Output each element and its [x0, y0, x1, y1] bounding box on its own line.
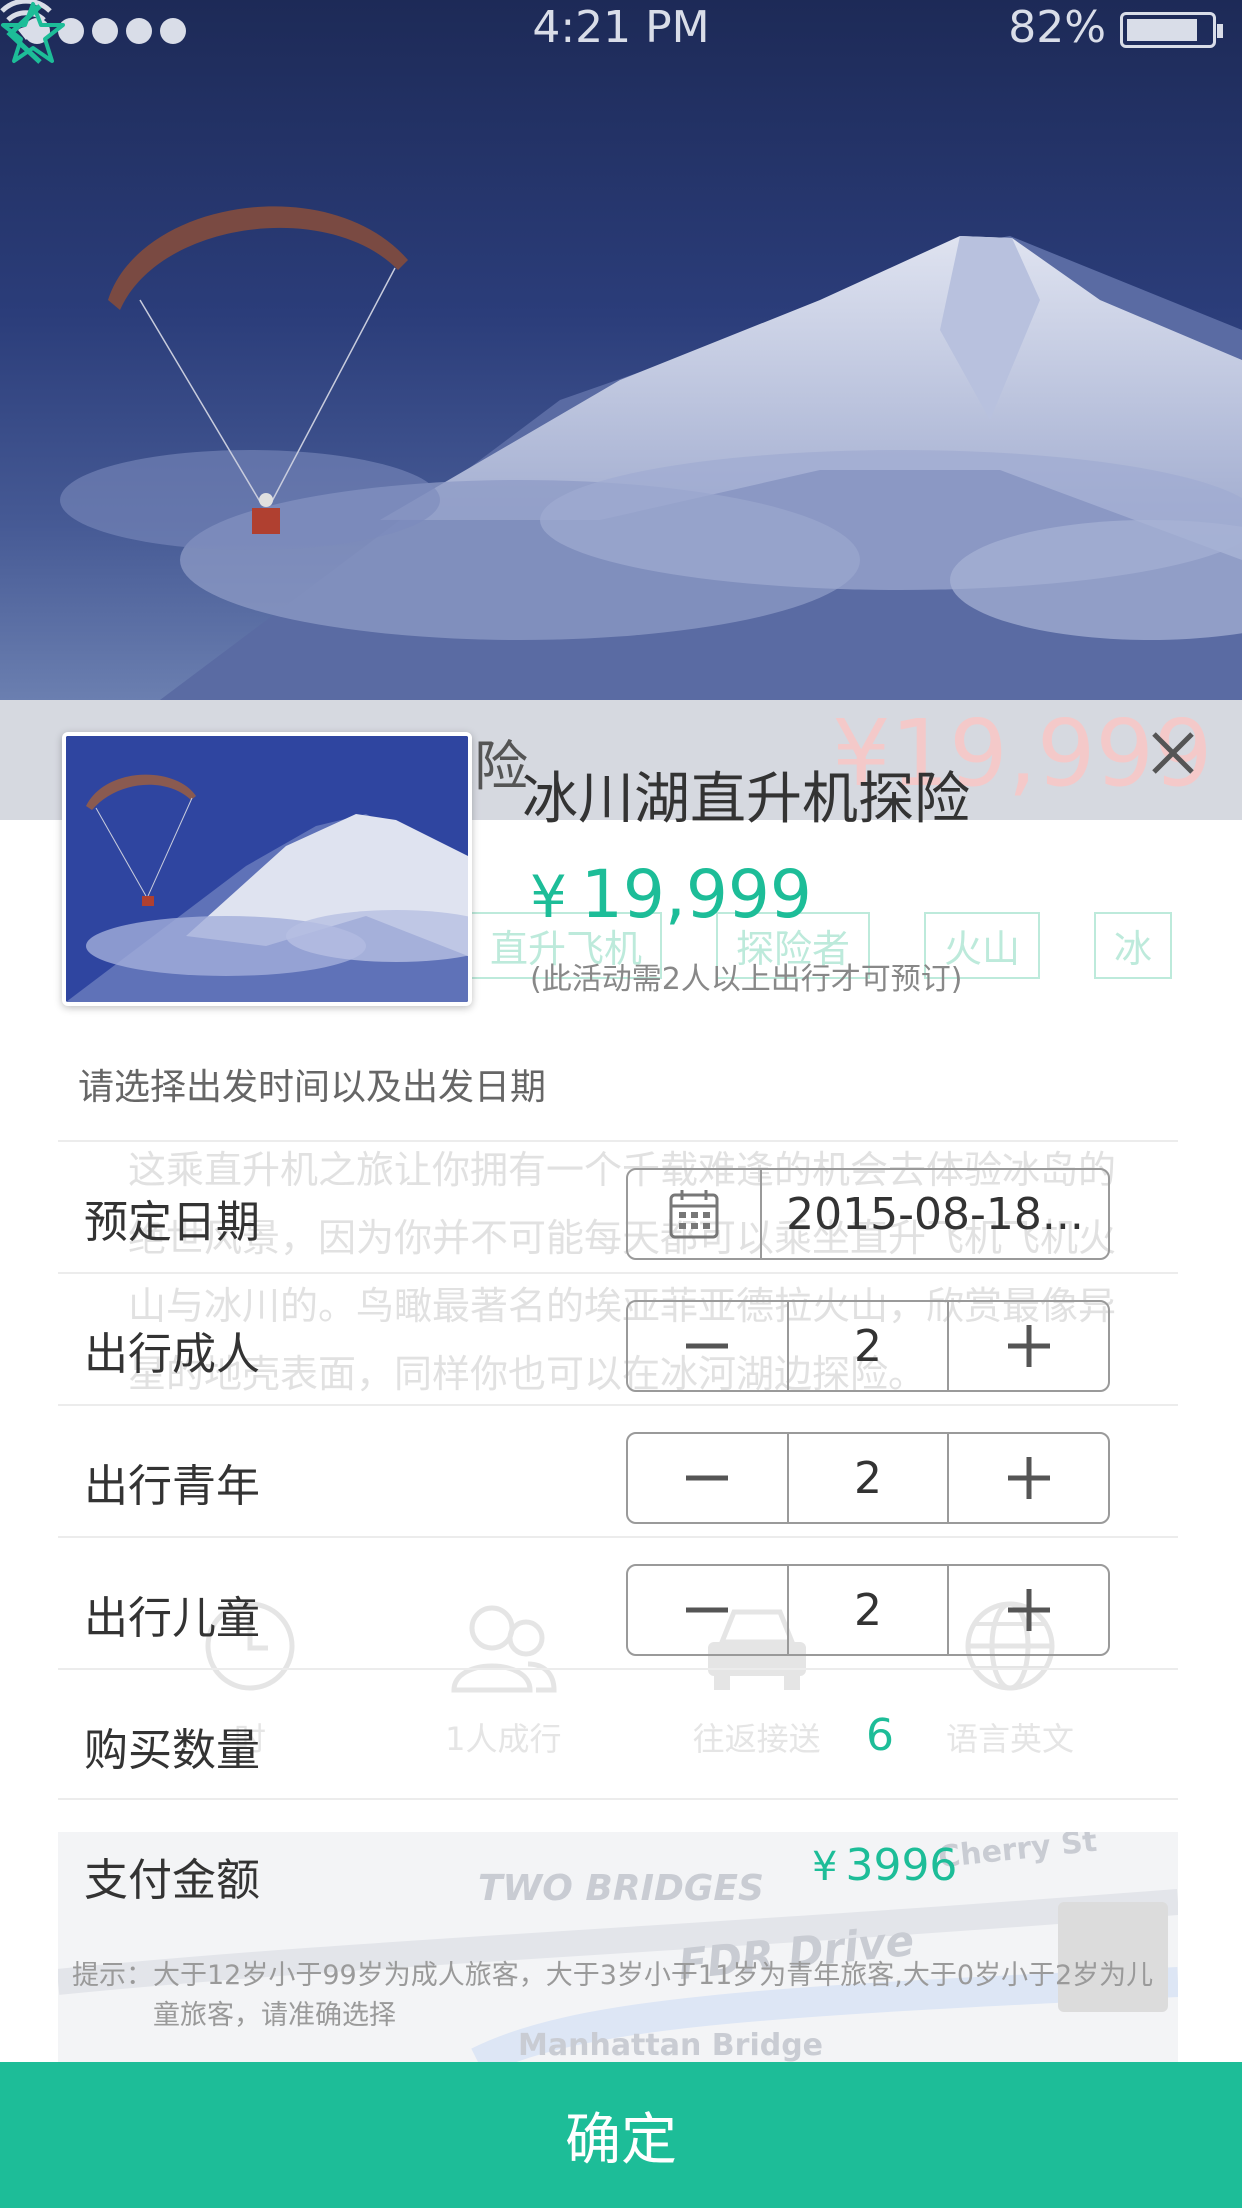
adults-row: 出行成人 2: [58, 1272, 1178, 1404]
children-value: 2: [854, 1584, 882, 1636]
youth-plus-button[interactable]: [947, 1434, 1108, 1522]
min-people-note: (此活动需2人以上出行才可预订): [530, 962, 963, 997]
hint-prefix: 提示：: [72, 1960, 153, 1991]
payment-label: 支付金额: [84, 1855, 260, 1906]
activity-thumbnail: [62, 732, 472, 1006]
adults-stepper[interactable]: 2: [626, 1300, 1110, 1392]
quantity-row: 购买数量 6: [58, 1668, 1178, 1800]
calendar-icon: [669, 1190, 719, 1239]
plus-icon: [1007, 1457, 1050, 1499]
adults-label: 出行成人: [84, 1329, 260, 1380]
payment-amount: ¥3996: [812, 1840, 957, 1891]
youth-row: 出行青年 2: [58, 1404, 1178, 1536]
mountain-paraglider-photo: [60, 206, 1242, 700]
battery-icon: [1120, 12, 1223, 48]
price-value: 19,999: [580, 856, 812, 933]
selection-prompt: 请选择出发时间以及出发日期: [78, 1067, 547, 1108]
tag: 冰: [1094, 912, 1173, 979]
plus-icon: [1007, 1589, 1050, 1631]
adults-value: 2: [854, 1320, 882, 1372]
activity-title: 冰川湖直升机探险: [522, 767, 970, 832]
date-label: 预定日期: [84, 1197, 260, 1248]
confirm-button[interactable]: 确定: [0, 2062, 1242, 2208]
date-row: 预定日期 2015-08-18...: [58, 1140, 1178, 1272]
youth-stepper[interactable]: 2: [626, 1432, 1110, 1524]
children-plus-button[interactable]: [947, 1566, 1108, 1654]
date-icon-cell[interactable]: [628, 1170, 762, 1258]
minus-icon: [686, 1343, 729, 1349]
minus-icon: [686, 1607, 729, 1613]
youth-label: 出行青年: [84, 1461, 260, 1512]
children-stepper[interactable]: 2: [626, 1564, 1110, 1656]
youth-value: 2: [854, 1452, 882, 1504]
battery-percent: 82%: [1008, 2, 1106, 53]
minus-icon: [686, 1475, 729, 1481]
date-value[interactable]: 2015-08-18...: [762, 1170, 1108, 1258]
favorite-star-icon[interactable]: [0, 0, 66, 66]
quantity-value: 6: [866, 1710, 894, 1761]
adults-minus-button[interactable]: [628, 1302, 789, 1390]
children-row: 出行儿童 2: [58, 1536, 1178, 1668]
hero-image: 4:21 PM 82%: [0, 0, 1242, 700]
status-bar: 4:21 PM 82%: [0, 0, 1242, 60]
currency-symbol: ¥: [530, 863, 567, 931]
adults-plus-button[interactable]: [947, 1302, 1108, 1390]
plus-icon: [1007, 1325, 1050, 1367]
activity-price: ¥19,999: [530, 856, 812, 933]
hint-text: 大于12岁小于99岁为成人旅客，大于3岁小于11岁为青年旅客,大于0岁小于2岁为…: [153, 1960, 1154, 2031]
thumbnail-photo: [66, 736, 468, 1002]
age-hint: 提示： 大于12岁小于99岁为成人旅客，大于3岁小于11岁为青年旅客,大于0岁小…: [72, 1956, 1172, 2036]
payment-row: 支付金额 ¥3996: [58, 1798, 1178, 1930]
youth-minus-button[interactable]: [628, 1434, 789, 1522]
quantity-label: 购买数量: [84, 1725, 260, 1776]
children-label: 出行儿童: [84, 1593, 260, 1644]
date-picker[interactable]: 2015-08-18...: [626, 1168, 1110, 1260]
currency-symbol: ¥: [812, 1844, 838, 1890]
payment-value: 3996: [845, 1840, 958, 1891]
close-icon[interactable]: [1148, 728, 1198, 778]
children-minus-button[interactable]: [628, 1566, 789, 1654]
